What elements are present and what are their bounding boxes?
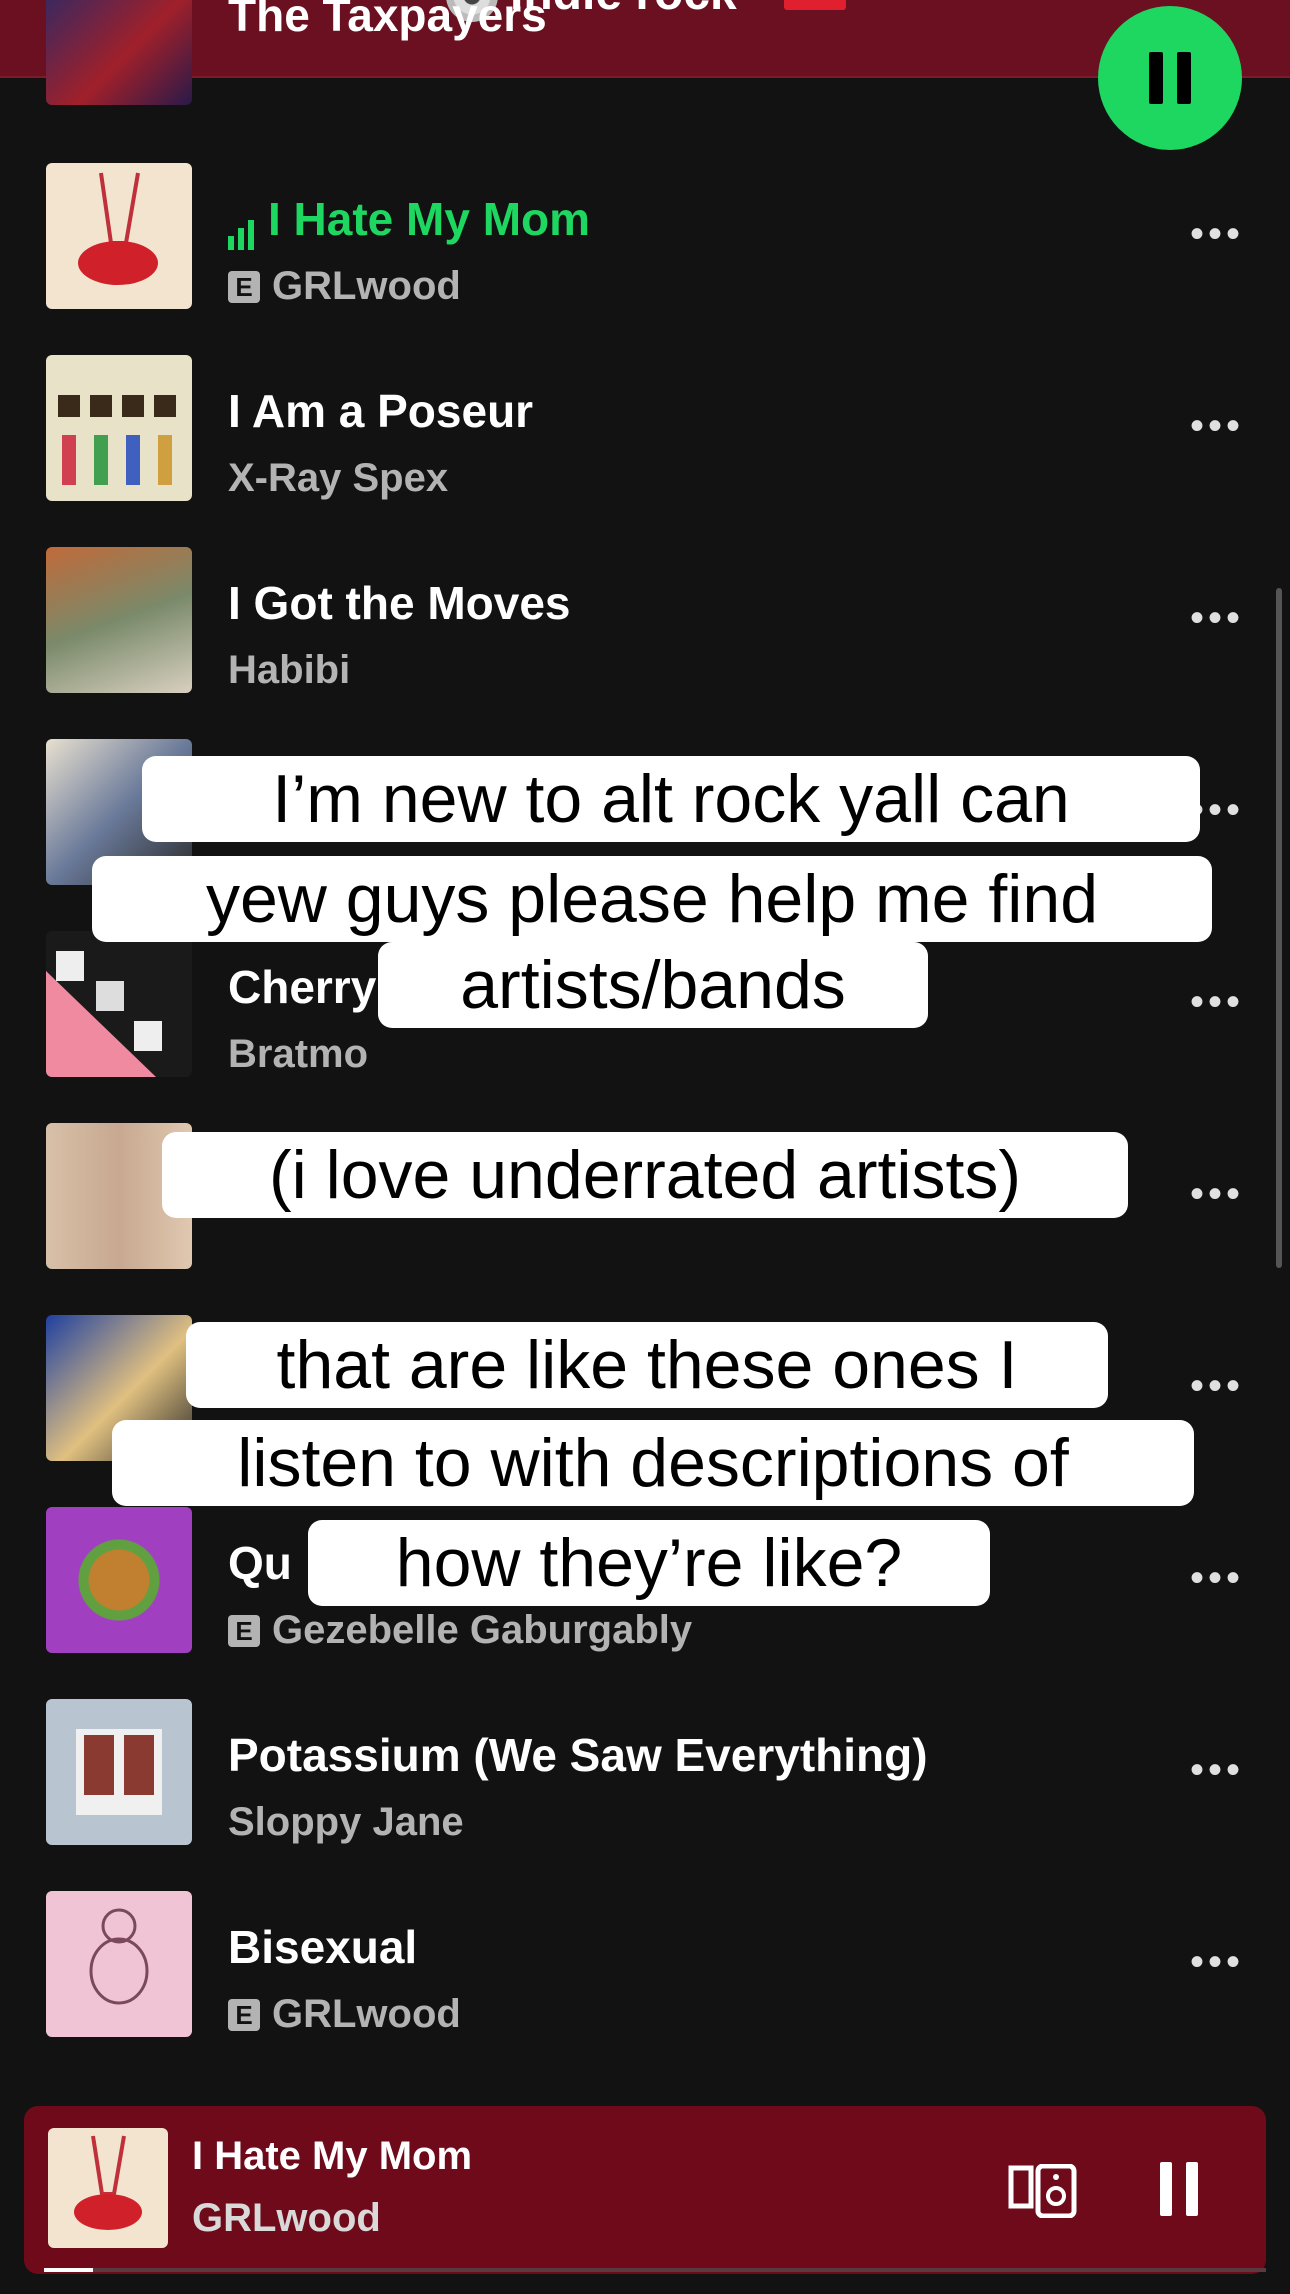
album-cover bbox=[46, 1891, 192, 2037]
connect-device-icon[interactable] bbox=[1008, 2164, 1078, 2218]
explicit-badge: E bbox=[228, 1998, 260, 2031]
track-title: I Got the Moves bbox=[228, 577, 571, 629]
scrollbar[interactable] bbox=[1276, 588, 1282, 1268]
pause-icon bbox=[1160, 2162, 1172, 2216]
track-title: I Am a Poseur bbox=[228, 385, 534, 437]
more-options-icon[interactable]: ••• bbox=[1190, 1942, 1244, 1982]
track-row[interactable]: The Taxpayers bbox=[0, 0, 1290, 105]
track-artist: Habibi bbox=[228, 648, 351, 692]
track-artist: Sloppy Jane bbox=[228, 1800, 464, 1844]
more-options-icon[interactable]: ••• bbox=[1190, 598, 1244, 638]
explicit-badge: E bbox=[228, 1614, 260, 1647]
track-artist: E Gezebelle Gaburgably bbox=[228, 1608, 692, 1653]
progress-fill bbox=[44, 2268, 93, 2272]
mini-player[interactable]: I Hate My Mom GRLwood bbox=[24, 2106, 1266, 2274]
more-options-icon[interactable]: ••• bbox=[1190, 982, 1244, 1022]
track-title: Cherry bbox=[228, 961, 377, 1013]
album-cover bbox=[46, 163, 192, 309]
caption-line: (i love underrated artists) bbox=[162, 1132, 1128, 1218]
track-row[interactable]: I Am a Poseur X-Ray Spex ••• bbox=[0, 338, 1290, 501]
album-cover bbox=[46, 931, 192, 1077]
track-row[interactable]: I Hate My Mom E GRLwood ••• bbox=[0, 146, 1290, 309]
track-artist: E GRLwood bbox=[228, 264, 461, 309]
explicit-badge: E bbox=[228, 270, 260, 303]
playback-progress-bar[interactable] bbox=[44, 2268, 1266, 2272]
more-options-icon[interactable]: ••• bbox=[1190, 1366, 1244, 1406]
mini-player-title: I Hate My Mom bbox=[192, 2134, 473, 2178]
track-title: I Hate My Mom bbox=[228, 192, 590, 250]
track-artist: E GRLwood bbox=[228, 1992, 461, 2037]
album-cover bbox=[46, 1507, 192, 1653]
album-cover bbox=[46, 1699, 192, 1845]
album-cover bbox=[46, 355, 192, 501]
track-title: The Taxpayers bbox=[228, 0, 547, 41]
caption-line: yew guys please help me find bbox=[92, 856, 1212, 942]
mini-player-cover bbox=[48, 2128, 168, 2248]
album-cover bbox=[46, 547, 192, 693]
mini-player-artist: GRLwood bbox=[192, 2196, 381, 2240]
more-options-icon[interactable]: ••• bbox=[1190, 406, 1244, 446]
caption-line: I’m new to alt rock yall can bbox=[142, 756, 1200, 842]
track-artist: X-Ray Spex bbox=[228, 456, 449, 500]
caption-line: that are like these ones I bbox=[186, 1322, 1108, 1408]
album-cover bbox=[46, 0, 192, 105]
mini-player-pause-button[interactable] bbox=[1160, 2162, 1212, 2216]
caption-line: how they’re like? bbox=[308, 1520, 990, 1606]
track-row[interactable]: Potassium (We Saw Everything) Sloppy Jan… bbox=[0, 1682, 1290, 1845]
track-title: Potassium (We Saw Everything) bbox=[228, 1729, 928, 1781]
more-options-icon[interactable]: ••• bbox=[1190, 1750, 1244, 1790]
track-artist: Bratmo bbox=[228, 1032, 369, 1076]
track-title: Bisexual bbox=[228, 1921, 418, 1973]
now-playing-equalizer-icon bbox=[228, 196, 258, 250]
more-options-icon[interactable]: ••• bbox=[1190, 214, 1244, 254]
track-row[interactable]: Bisexual E GRLwood ••• bbox=[0, 1874, 1290, 2037]
track-title: Qu bbox=[228, 1537, 292, 1589]
caption-line: artists/bands bbox=[378, 942, 928, 1028]
more-options-icon[interactable]: ••• bbox=[1190, 1558, 1244, 1598]
track-row[interactable]: I Got the Moves Habibi ••• bbox=[0, 530, 1290, 693]
caption-line: listen to with descriptions of bbox=[112, 1420, 1194, 1506]
more-options-icon[interactable]: ••• bbox=[1190, 1174, 1244, 1214]
